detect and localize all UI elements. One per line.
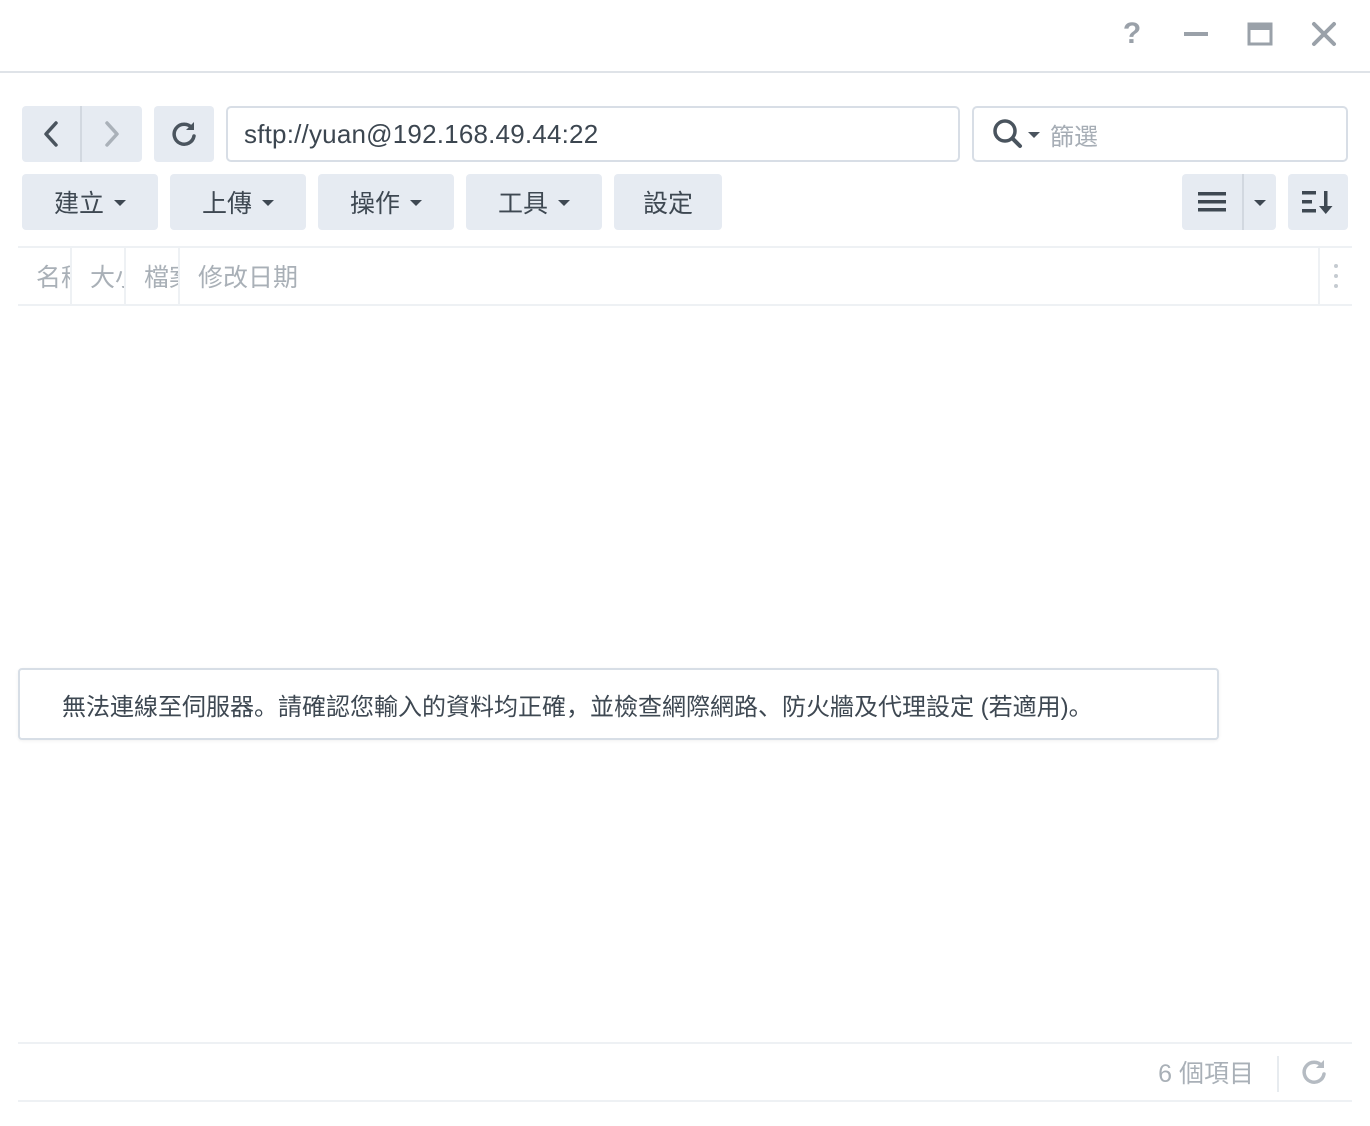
search-options-button[interactable] bbox=[992, 118, 1040, 150]
chevron-down-icon bbox=[558, 200, 570, 206]
chevron-left-icon bbox=[44, 121, 58, 147]
minimize-icon bbox=[1184, 32, 1208, 36]
upload-menu-button[interactable]: 上傳 bbox=[170, 174, 306, 230]
sort-icon bbox=[1302, 191, 1333, 214]
chevron-down-icon bbox=[410, 200, 422, 206]
connection-error-message: 無法連線至伺服器。請確認您輸入的資料均正確，並檢查網際網路、防火牆及代理設定 (… bbox=[18, 668, 1219, 740]
address-field[interactable]: sftp://yuan@192.168.49.44:22 bbox=[226, 106, 960, 162]
column-file-type[interactable]: 檔案類型 bbox=[126, 248, 178, 304]
refresh-icon bbox=[1302, 1060, 1326, 1084]
more-vertical-icon bbox=[1334, 264, 1338, 288]
action-menu-button[interactable]: 操作 bbox=[318, 174, 454, 230]
question-icon: ? bbox=[1122, 17, 1142, 50]
filter-placeholder: 篩選 bbox=[1050, 123, 1098, 151]
refresh-icon bbox=[172, 122, 196, 146]
upload-label: 上傳 bbox=[201, 190, 252, 218]
list-view-button[interactable] bbox=[1182, 174, 1244, 230]
settings-button[interactable]: 設定 bbox=[614, 174, 722, 230]
history-nav-group bbox=[22, 106, 142, 162]
divider bbox=[1277, 1056, 1279, 1092]
tools-menu-button[interactable]: 工具 bbox=[466, 174, 602, 230]
tools-label: 工具 bbox=[497, 190, 548, 218]
close-icon bbox=[1312, 22, 1336, 46]
chevron-right-icon bbox=[105, 121, 119, 147]
forward-button[interactable] bbox=[82, 106, 142, 162]
status-refresh-button[interactable] bbox=[1294, 1052, 1334, 1092]
chevron-down-icon bbox=[114, 200, 126, 206]
column-modified-date[interactable]: 修改日期 bbox=[180, 248, 1318, 304]
chevron-down-icon bbox=[1028, 132, 1040, 138]
back-button[interactable] bbox=[22, 106, 82, 162]
status-bar: 6 個項目 bbox=[18, 1042, 1352, 1102]
column-size[interactable]: 大小 bbox=[72, 248, 124, 304]
minimize-button[interactable] bbox=[1176, 14, 1216, 54]
filter-field[interactable]: 篩選 bbox=[972, 106, 1348, 162]
help-button[interactable]: ? bbox=[1112, 14, 1152, 54]
settings-label: 設定 bbox=[642, 190, 693, 218]
item-count: 6 個項目 bbox=[1158, 1060, 1254, 1088]
view-mode-dropdown[interactable] bbox=[1244, 174, 1276, 230]
refresh-button[interactable] bbox=[154, 106, 214, 162]
chevron-down-icon bbox=[1254, 200, 1266, 206]
close-button[interactable] bbox=[1304, 14, 1344, 54]
column-menu-button[interactable] bbox=[1320, 248, 1352, 304]
title-bar: ? bbox=[0, 0, 1370, 73]
create-label: 建立 bbox=[53, 190, 104, 218]
search-icon bbox=[993, 119, 1022, 148]
create-menu-button[interactable]: 建立 bbox=[22, 174, 158, 230]
sort-button[interactable] bbox=[1288, 174, 1348, 230]
file-list-header: 名稱 大小 檔案類型 修改日期 bbox=[18, 246, 1352, 306]
column-name[interactable]: 名稱 bbox=[18, 248, 70, 304]
error-text: 無法連線至伺服器。請確認您輸入的資料均正確，並檢查網際網路、防火牆及代理設定 (… bbox=[62, 693, 1093, 721]
chevron-down-icon bbox=[262, 200, 274, 206]
maximize-button[interactable] bbox=[1240, 14, 1280, 54]
view-mode-group bbox=[1182, 174, 1276, 230]
maximize-icon bbox=[1247, 22, 1273, 46]
list-view-icon bbox=[1198, 192, 1226, 212]
action-label: 操作 bbox=[349, 190, 400, 218]
address-text: sftp://yuan@192.168.49.44:22 bbox=[244, 118, 599, 149]
